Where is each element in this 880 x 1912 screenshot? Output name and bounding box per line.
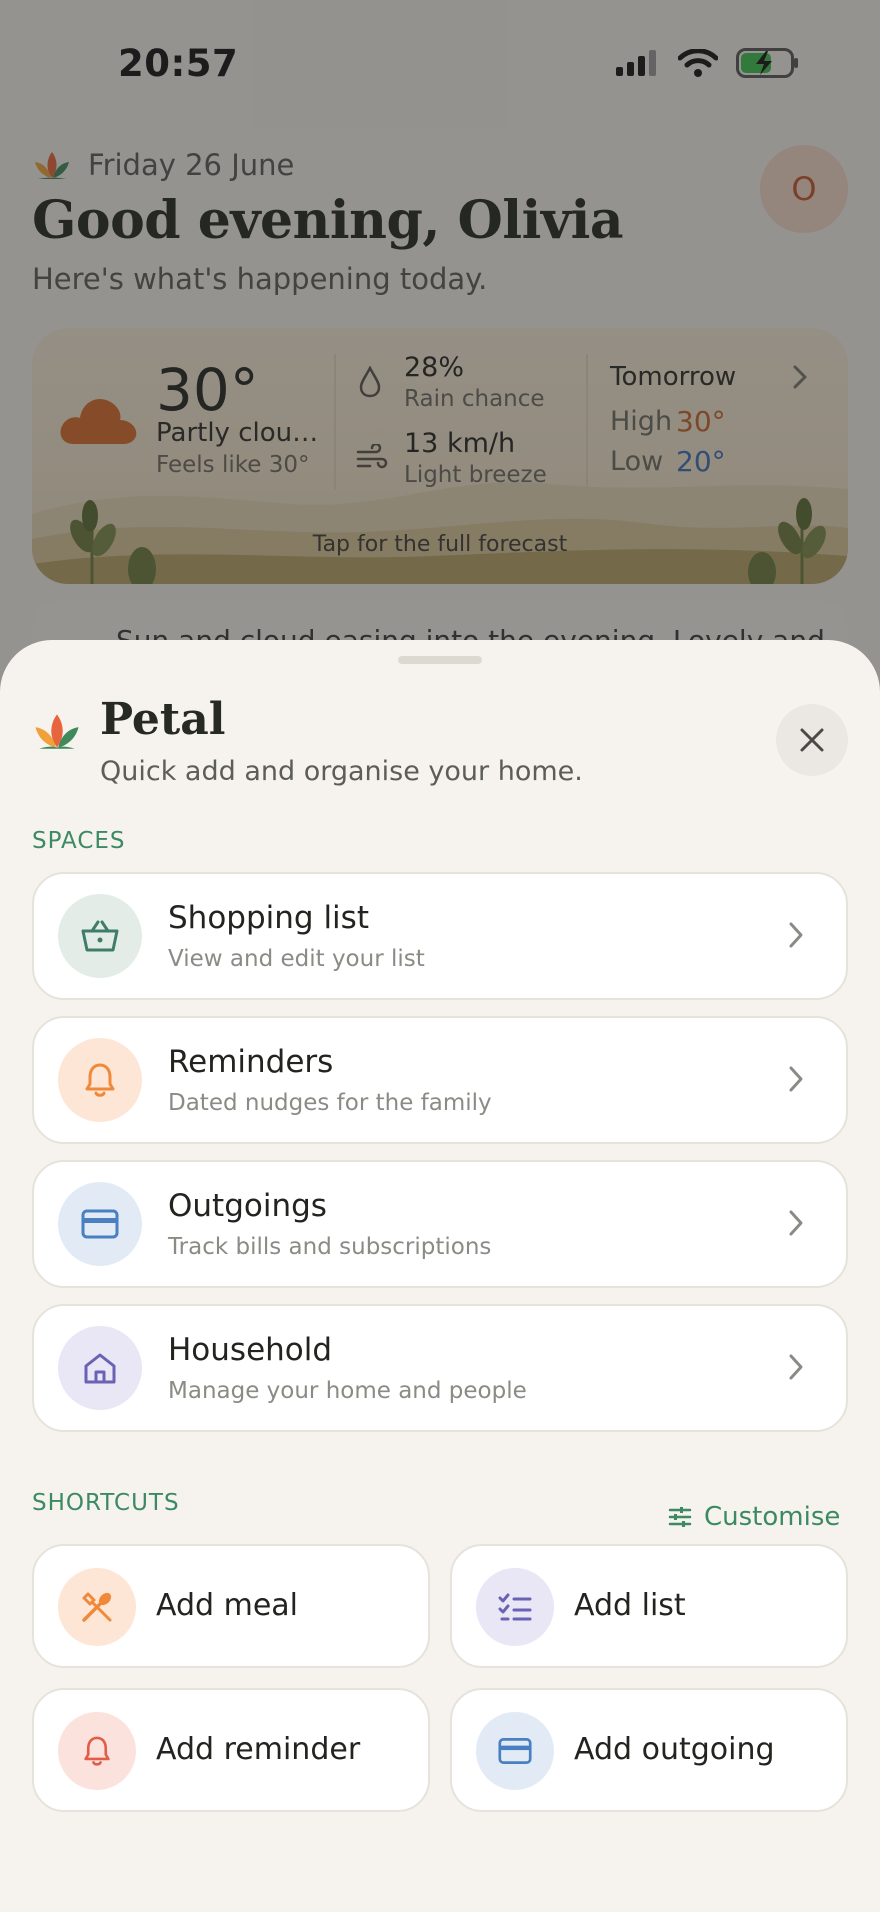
customise-button[interactable]: Customise	[668, 1502, 840, 1532]
space-title: Household	[168, 1332, 333, 1368]
sheet-subtitle: Quick add and organise your home.	[100, 756, 583, 787]
shortcut-label: Add list	[574, 1588, 686, 1623]
sliders-icon	[668, 1507, 692, 1527]
space-title: Reminders	[168, 1044, 334, 1080]
chevron-right-icon	[789, 1210, 803, 1236]
chevron-right-icon	[789, 922, 803, 948]
sheet-grabber[interactable]	[398, 656, 482, 664]
checklist-icon	[498, 1593, 532, 1621]
shortcut-label: Add outgoing	[574, 1732, 775, 1767]
shortcut-icon-bg	[476, 1568, 554, 1646]
home-icon	[84, 1353, 116, 1384]
shortcut-label: Add reminder	[156, 1732, 361, 1767]
shortcut-icon-bg	[58, 1712, 136, 1790]
shortcut-icon-bg	[476, 1712, 554, 1790]
space-title: Outgoings	[168, 1188, 327, 1224]
space-household[interactable]: Household Manage your home and people	[32, 1304, 848, 1432]
space-outgoings[interactable]: Outgoings Track bills and subscriptions	[32, 1160, 848, 1288]
sheet-title: Petal	[100, 694, 226, 745]
bell-icon	[85, 1063, 115, 1097]
cutlery-icon	[82, 1592, 112, 1622]
chevron-right-icon	[789, 1354, 803, 1380]
basket-icon	[81, 920, 119, 952]
close-button[interactable]	[776, 704, 848, 776]
customise-label: Customise	[704, 1502, 841, 1532]
petal-logo-icon	[35, 714, 79, 749]
quick-add-sheet: Petal Quick add and organise your home. …	[0, 640, 880, 1912]
spaces-section-label: SPACES	[32, 828, 126, 854]
shortcut-add-reminder[interactable]: Add reminder	[32, 1688, 430, 1812]
space-subtitle: Manage your home and people	[168, 1378, 527, 1404]
close-icon	[800, 728, 824, 752]
space-icon-bg	[58, 1038, 142, 1122]
bell-icon	[84, 1736, 110, 1766]
shortcut-icon-bg	[58, 1568, 136, 1646]
space-subtitle: Track bills and subscriptions	[168, 1234, 492, 1260]
space-icon-bg	[58, 894, 142, 978]
space-reminders[interactable]: Reminders Dated nudges for the family	[32, 1016, 848, 1144]
space-shopping-list[interactable]: Shopping list View and edit your list	[32, 872, 848, 1000]
shortcut-label: Add meal	[156, 1588, 299, 1623]
space-title: Shopping list	[168, 900, 369, 936]
chevron-right-icon	[789, 1066, 803, 1092]
shortcuts-section-label: SHORTCUTS	[32, 1490, 180, 1516]
space-subtitle: Dated nudges for the family	[168, 1090, 492, 1116]
space-icon-bg	[58, 1182, 142, 1266]
shortcut-add-meal[interactable]: Add meal	[32, 1544, 430, 1668]
space-subtitle: View and edit your list	[168, 946, 425, 972]
shortcut-add-outgoing[interactable]: Add outgoing	[450, 1688, 848, 1812]
card-icon	[498, 1738, 532, 1764]
space-icon-bg	[58, 1326, 142, 1410]
shortcut-add-list[interactable]: Add list	[450, 1544, 848, 1668]
card-icon	[81, 1209, 119, 1239]
